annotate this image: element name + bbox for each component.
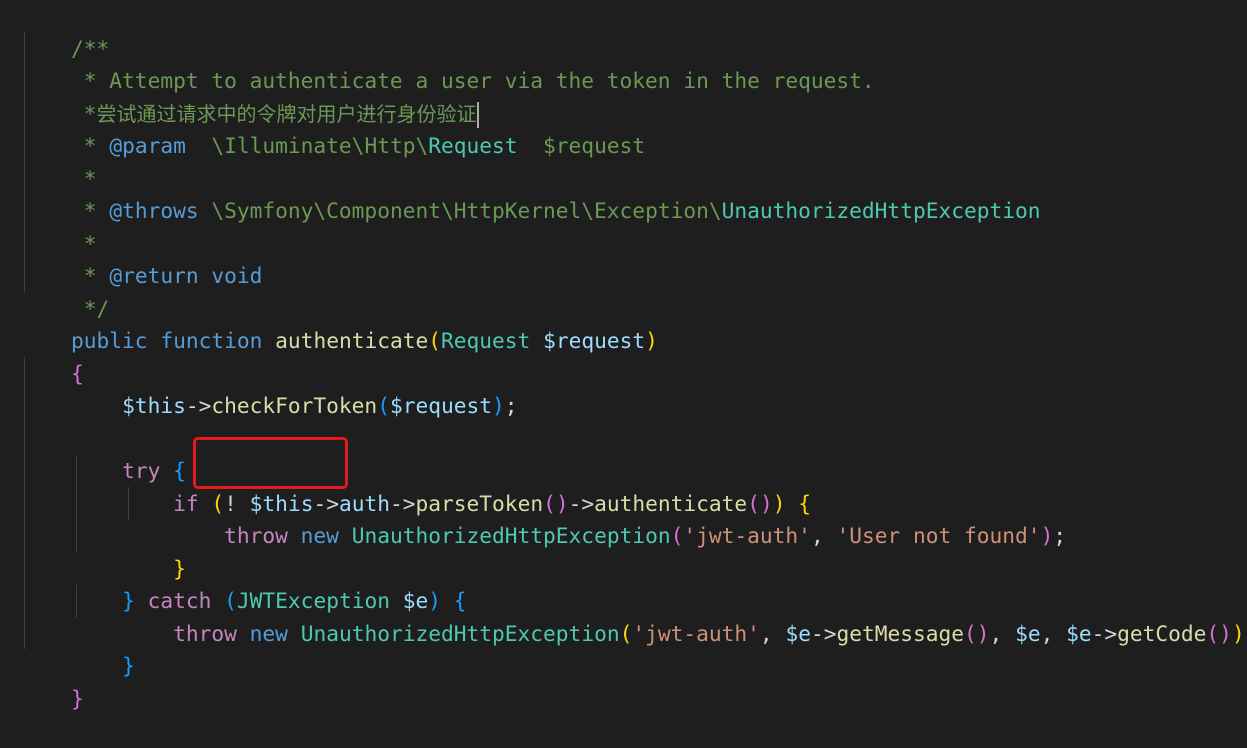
code-line-1[interactable]: /**	[20, 0, 109, 61]
method-get-code: getCode	[1117, 620, 1207, 646]
param-variable: $request	[543, 328, 646, 353]
exception-variable: $e	[1066, 620, 1092, 646]
comma: ,	[759, 620, 786, 646]
code-line-2[interactable]: * Attempt to authenticate a user via the…	[20, 33, 875, 93]
function-name: authenticate	[275, 328, 429, 353]
code-line-7[interactable]: *	[20, 195, 97, 256]
doc-param-namespace: \Illuminate\Http\	[185, 133, 429, 158]
code-line-14[interactable]: try {	[20, 423, 186, 483]
code-line-18[interactable]: } catch (JWTException $e) {	[20, 553, 467, 613]
code-line-8[interactable]: * @return void	[20, 228, 263, 288]
comma: ,	[810, 523, 837, 548]
code-line-11[interactable]: {	[20, 325, 84, 386]
paren-close: )	[645, 328, 658, 353]
code-editor[interactable]: /** * Attempt to authenticate a user via…	[0, 0, 1247, 711]
code-line-19[interactable]: throw new UnauthorizedHttpException('jwt…	[20, 585, 1247, 646]
paren-pair: ()	[964, 620, 990, 646]
exception-class: UnauthorizedHttpException	[300, 620, 620, 646]
method-check-for-token: checkForToken	[211, 393, 378, 418]
code-line-9[interactable]: */	[20, 260, 110, 321]
semicolon: ;	[504, 393, 518, 418]
highlight-annotation-box	[193, 437, 348, 489]
arrow-operator: ->	[185, 393, 212, 418]
brace-close: }	[122, 653, 135, 678]
comma: ,	[989, 620, 1016, 646]
code-line-15[interactable]: if (! $this->auth->parseToken()->authent…	[20, 455, 811, 516]
code-line-12[interactable]: $this->checkForToken($request);	[20, 358, 517, 418]
keyword-throw: throw	[173, 620, 237, 646]
keyword-new: new	[300, 523, 339, 548]
code-line-16[interactable]: throw new UnauthorizedHttpException('jwt…	[20, 488, 1066, 548]
method-get-message: getMessage	[836, 620, 965, 646]
paren-close: )	[1231, 620, 1245, 646]
doc-param-var: $request	[517, 133, 646, 158]
doc-throws-type: UnauthorizedHttpException	[721, 198, 1041, 223]
param-type: Request	[441, 328, 531, 353]
code-line-4[interactable]: * @param \Illuminate\Http\Request $reque…	[20, 98, 645, 158]
string-jwt-auth: 'jwt-auth'	[683, 523, 811, 548]
paren-close: )	[1040, 523, 1054, 548]
code-line-20[interactable]: }	[20, 618, 135, 678]
paren-open: (	[670, 523, 684, 548]
code-line-10[interactable]: public function authenticate(Request $re…	[20, 293, 658, 353]
doc-param-type: Request	[428, 133, 518, 158]
comma: ,	[1040, 620, 1067, 646]
brace-close: }	[71, 685, 84, 711]
code-line-17[interactable]: }	[20, 520, 186, 581]
code-line-21[interactable]: }	[20, 650, 84, 711]
exception-variable: $e	[785, 620, 811, 646]
this-variable: $this	[122, 393, 186, 418]
doc-return-type: void	[198, 263, 263, 288]
keyword-new: new	[249, 620, 288, 646]
keyword-function: function	[160, 328, 263, 353]
exception-variable: $e	[1015, 620, 1041, 646]
paren-close: )	[492, 393, 505, 418]
paren-open: (	[619, 620, 633, 646]
arrow-operator: ->	[810, 620, 837, 646]
semicolon: ;	[1053, 523, 1067, 548]
paren-pair: ()	[1206, 620, 1232, 646]
arrow-operator: ->	[1091, 620, 1118, 646]
request-variable: $request	[389, 393, 493, 418]
keyword-throw: throw	[224, 523, 288, 548]
code-line-3[interactable]: *尝试通过请求中的令牌对用户进行身份验证	[20, 65, 479, 128]
string-user-not-found: 'User not found'	[836, 523, 1041, 548]
string-jwt-auth: 'jwt-auth'	[632, 620, 760, 646]
paren-open: (	[428, 328, 442, 353]
code-line-6[interactable]: * @throws \Symfony\Component\HttpKernel\…	[20, 163, 1041, 223]
doc-return-tag: @return	[109, 263, 199, 288]
code-line-5[interactable]: *	[20, 130, 97, 191]
doc-throws-namespace: \Symfony\Component\HttpKernel\Exception\	[198, 198, 722, 223]
exception-class: UnauthorizedHttpException	[351, 523, 671, 548]
paren-open: (	[377, 393, 390, 418]
doc-throws-tag: @throws	[109, 198, 199, 223]
doc-param-tag: @param	[109, 133, 186, 158]
